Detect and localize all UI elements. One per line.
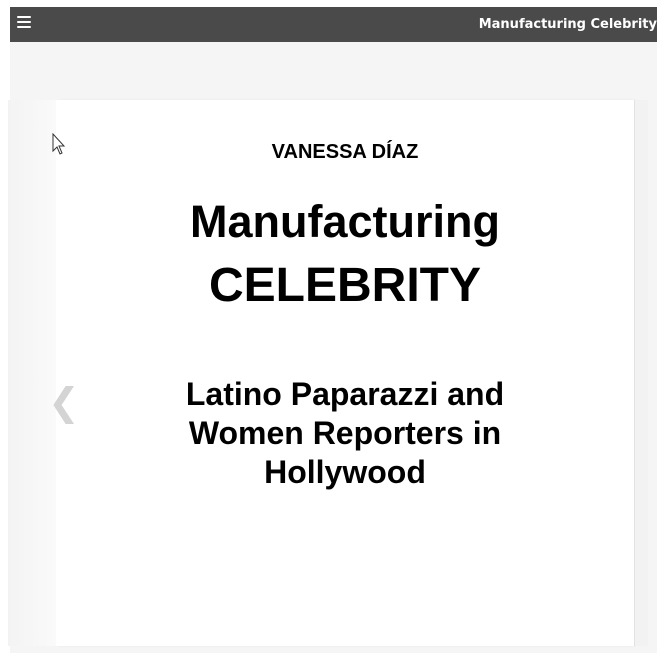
cover-subtitle-line: Latino Paparazzi and xyxy=(185,376,505,412)
book-page xyxy=(56,100,634,646)
cover-author: VANESSA DÍAZ xyxy=(271,141,419,163)
page-right-edge xyxy=(634,100,648,646)
cover-subtitle-line: Hollywood xyxy=(264,454,426,490)
menu-icon[interactable] xyxy=(16,14,36,32)
book-title: Manufacturing Celebrity xyxy=(478,17,657,32)
page-left-margin xyxy=(8,100,56,646)
cursor-icon xyxy=(52,133,66,155)
cover-subtitle: Latino Paparazzi and Women Reporters in … xyxy=(56,375,634,492)
cover-subtitle-line: Women Reporters in xyxy=(188,415,502,451)
cover-title-line1: Manufacturing xyxy=(190,196,500,247)
reader-toolbar: Manufacturing Celebrity xyxy=(10,7,657,42)
cover-title-line2: CELEBRITY xyxy=(208,259,481,312)
